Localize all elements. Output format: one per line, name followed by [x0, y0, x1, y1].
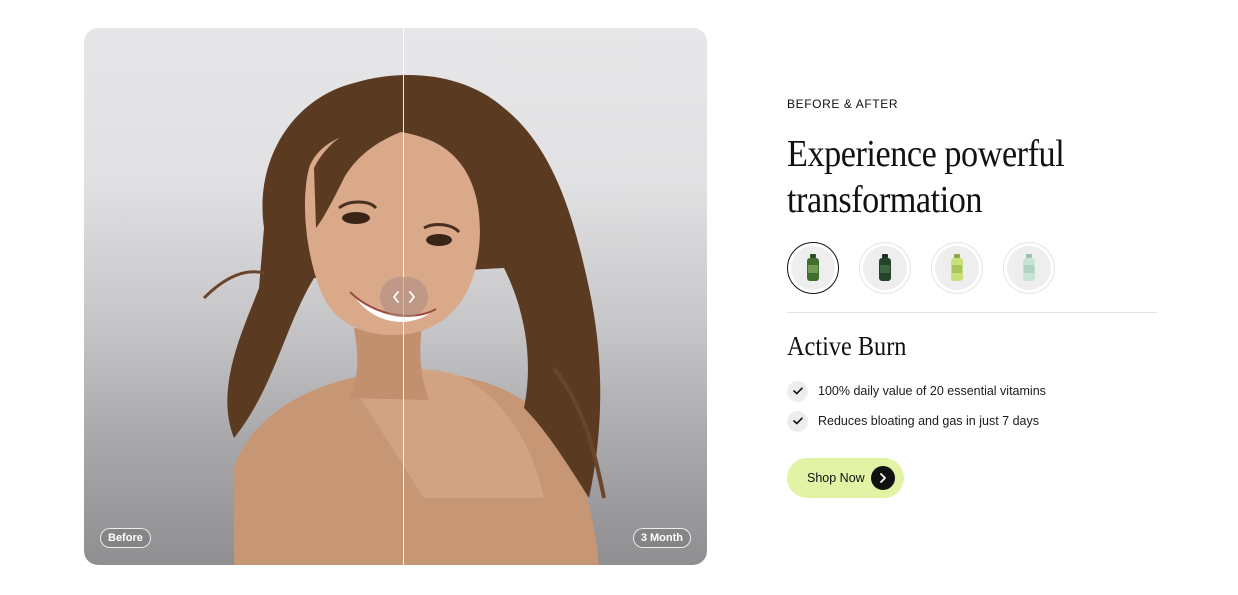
- product-option-thumb: [935, 246, 979, 290]
- checkmark-icon: [787, 380, 808, 402]
- section-eyebrow: BEFORE & AFTER: [787, 97, 899, 111]
- shop-now-label: Shop Now: [807, 471, 865, 485]
- bottle-forest-green-icon: [879, 254, 891, 281]
- section-headline: Experience powerful transformation: [787, 133, 1065, 221]
- comparison-slider-handle[interactable]: [380, 277, 428, 317]
- product-option-thumb: [1007, 246, 1051, 290]
- product-option-4[interactable]: [1003, 242, 1055, 294]
- feature-text: Reduces bloating and gas in just 7 days: [818, 414, 1039, 428]
- bottle-dark-green-icon: [807, 254, 819, 281]
- product-option-3[interactable]: [931, 242, 983, 294]
- feature-item: Reduces bloating and gas in just 7 days: [787, 410, 1046, 432]
- feature-text: 100% daily value of 20 essential vitamin…: [818, 384, 1046, 398]
- product-option-thumb: [863, 246, 907, 290]
- bottle-mint-icon: [1023, 254, 1035, 281]
- feature-list: 100% daily value of 20 essential vitamin…: [787, 380, 1046, 440]
- chevron-right-icon: [408, 291, 416, 303]
- page: Before 3 Month BEFORE & AFTER Experience…: [0, 0, 1238, 595]
- product-option-2[interactable]: [859, 242, 911, 294]
- arrow-right-icon: [871, 466, 895, 490]
- product-name: Active Burn: [787, 331, 907, 361]
- product-selector: [787, 242, 1055, 294]
- chevron-left-icon: [392, 291, 400, 303]
- product-option-thumb: [791, 246, 835, 290]
- after-label: 3 Month: [632, 528, 691, 548]
- before-after-comparison[interactable]: Before 3 Month: [84, 28, 707, 565]
- feature-item: 100% daily value of 20 essential vitamin…: [787, 380, 1046, 402]
- divider-line: [787, 312, 1157, 313]
- bottle-lime-icon: [951, 254, 963, 281]
- product-option-1[interactable]: [787, 242, 839, 294]
- before-label: Before: [100, 528, 151, 548]
- checkmark-icon: [787, 410, 808, 432]
- shop-now-button[interactable]: Shop Now: [787, 458, 904, 498]
